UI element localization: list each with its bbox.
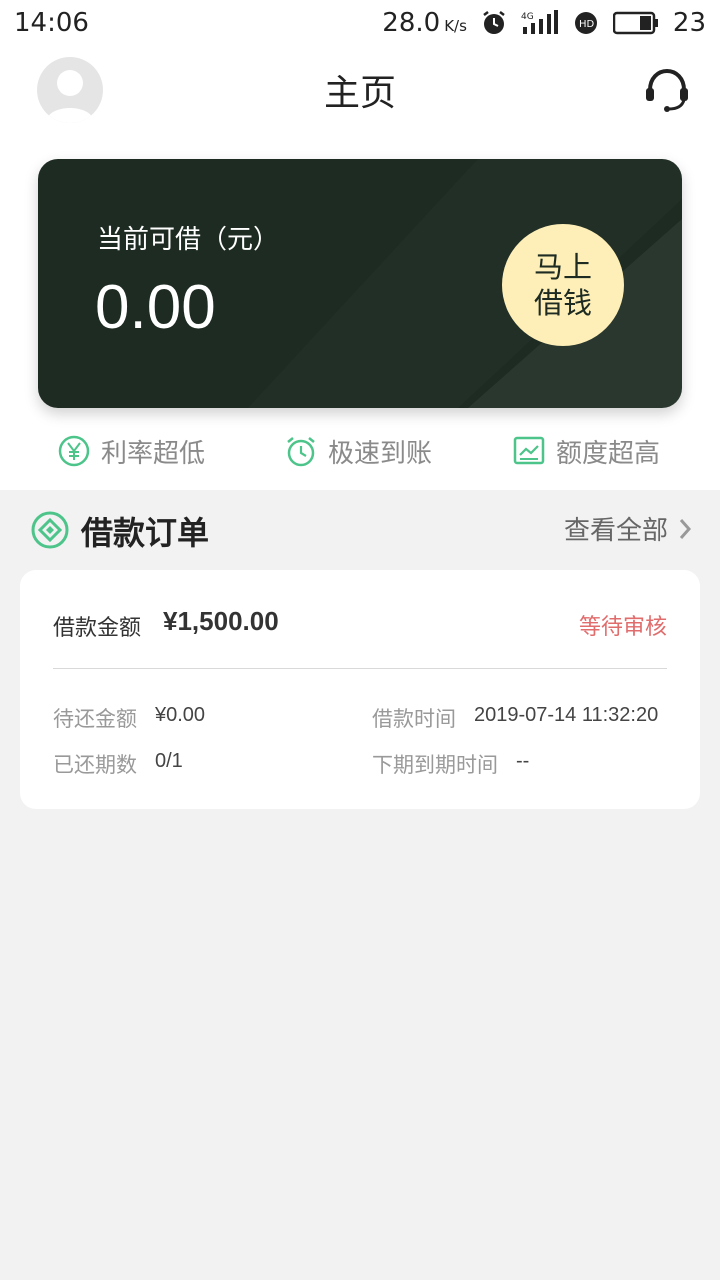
orders-section-title: 借款订单 bbox=[81, 514, 210, 552]
borrow-now-line2: 借钱 bbox=[533, 286, 592, 320]
paid-periods-value: 0/1 bbox=[155, 750, 183, 772]
pending-amount-value: ¥0.00 bbox=[155, 704, 206, 726]
status-bar: 14:06 28.0 K/s 4G HD 23 bbox=[0, 0, 720, 46]
hd-icon: HD bbox=[573, 10, 599, 36]
chart-icon bbox=[513, 436, 545, 465]
feature-low-rate: 利率超低 bbox=[57, 428, 205, 474]
feature-fast-payout-label: 极速到账 bbox=[328, 438, 433, 469]
loan-time-label: 借款时间 bbox=[372, 707, 456, 731]
signal-4g-icon: 4G bbox=[521, 10, 559, 36]
status-time: 14:06 bbox=[14, 8, 89, 38]
battery-icon bbox=[612, 11, 659, 35]
status-right: 28.0 K/s 4G HD 23 bbox=[382, 8, 706, 38]
view-all-label: 查看全部 bbox=[563, 516, 668, 546]
page-title: 主页 bbox=[323, 73, 396, 114]
loan-time-value: 2019-07-14 11:32:20 bbox=[474, 704, 659, 726]
available-credit-amount: 0.00 bbox=[95, 273, 216, 342]
pending-amount-label: 待还金额 bbox=[53, 707, 137, 731]
divider bbox=[53, 668, 667, 669]
feature-low-rate-label: 利率超低 bbox=[101, 438, 206, 469]
diamond-icon bbox=[31, 511, 69, 549]
yen-icon bbox=[58, 435, 90, 467]
header: 主页 bbox=[0, 52, 720, 124]
svg-text:HD: HD bbox=[579, 19, 595, 30]
network-speed: 28.0 K/s bbox=[382, 8, 467, 38]
borrow-now-button[interactable]: 马上 借钱 bbox=[502, 224, 624, 346]
borrow-now-line1: 马上 bbox=[533, 250, 592, 284]
available-credit-label: 当前可借（元） bbox=[97, 225, 280, 255]
svg-text:4G: 4G bbox=[521, 12, 534, 22]
loan-order-card[interactable]: 借款金额 ¥1,500.00 等待审核 待还金额 ¥0.00 借款时间 2019… bbox=[20, 570, 700, 809]
alarm-clock-icon bbox=[287, 437, 315, 467]
feature-fast-payout: 极速到账 bbox=[284, 428, 432, 474]
battery-level: 23 bbox=[672, 8, 706, 38]
feature-list: 利率超低 极速到账 额度超高 bbox=[0, 428, 720, 474]
feature-high-limit: 额度超高 bbox=[512, 428, 660, 474]
customer-service-icon[interactable] bbox=[642, 64, 692, 114]
chevron-right-icon bbox=[679, 518, 692, 539]
network-speed-unit: K/s bbox=[444, 17, 467, 35]
available-credit-card: 当前可借（元） 0.00 马上 借钱 bbox=[38, 159, 682, 408]
feature-high-limit-label: 额度超高 bbox=[556, 438, 661, 469]
next-due-value: -- bbox=[516, 750, 530, 772]
loan-amount-value: ¥1,500.00 bbox=[163, 606, 279, 636]
orders-section-header: 借款订单 查看全部 bbox=[0, 490, 720, 568]
alarm-icon bbox=[481, 10, 507, 36]
view-all-link[interactable]: 查看全部 bbox=[564, 510, 692, 547]
paid-periods-label: 已还期数 bbox=[53, 753, 137, 777]
loan-amount-label: 借款金额 bbox=[53, 616, 142, 641]
next-due-label: 下期到期时间 bbox=[372, 753, 498, 777]
network-speed-value: 28.0 bbox=[382, 8, 441, 38]
order-status-badge: 等待审核 bbox=[578, 615, 667, 640]
